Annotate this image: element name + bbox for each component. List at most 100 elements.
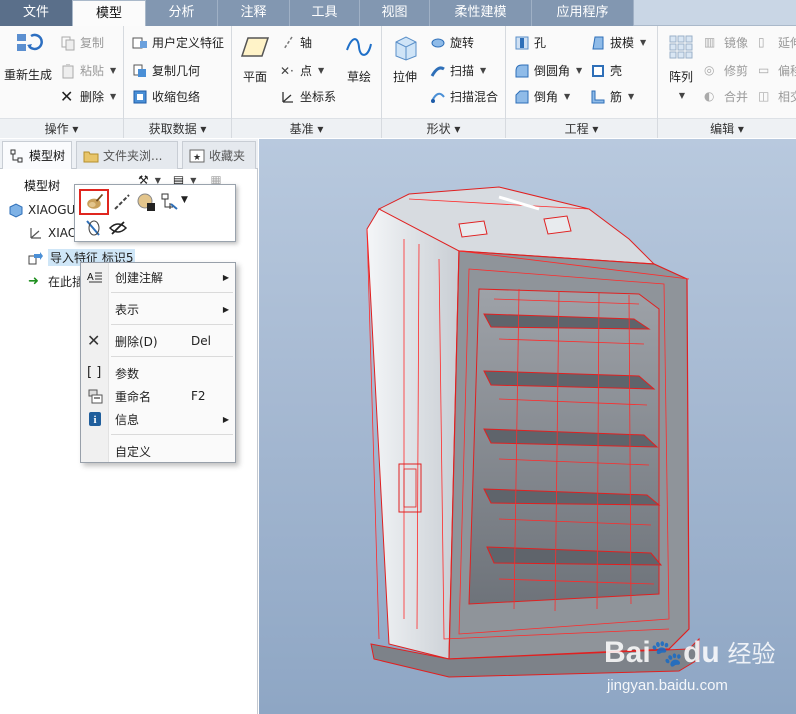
tab-model-tree[interactable]: 模型树: [2, 141, 72, 169]
merge-button[interactable]: ◐ 合并: [704, 88, 748, 105]
baidu-watermark: Bai🐾du 经验: [604, 634, 776, 670]
tab-applications[interactable]: 应用程序: [532, 0, 634, 26]
coordinate-system-icon: [282, 91, 293, 103]
ribbon: 重新生成 复制 粘贴 ▼ ✕ 删除 ▼ 操作 ▾ 用户定义特征 复制几何 收缩包络: [0, 26, 796, 138]
trim-button[interactable]: ◎ 修剪: [704, 62, 748, 79]
model-tree-icon: [10, 149, 23, 163]
menu-item-create-note[interactable]: A 创建注解 ▶: [81, 266, 235, 288]
draft-button[interactable]: 拔模 ▼: [590, 34, 646, 51]
tab-favorites[interactable]: ★ 收藏夹: [182, 141, 256, 169]
menu-item-represent[interactable]: 表示 ▶: [81, 298, 235, 320]
submenu-arrow-icon: ▶: [222, 272, 229, 282]
paste-button[interactable]: 粘贴 ▼: [60, 62, 116, 79]
tab-flexible-modeling[interactable]: 柔性建模: [430, 0, 532, 26]
group-label-operations[interactable]: 操作 ▾: [0, 118, 123, 138]
chamfer-icon: [515, 90, 529, 103]
link-icon[interactable]: [111, 191, 133, 213]
offset-button[interactable]: ▭ 偏移: [758, 62, 796, 79]
menu-item-delete[interactable]: ✕ 删除(D) Del: [81, 330, 235, 352]
tree-row-root[interactable]: XIAOGU: [8, 202, 75, 218]
swept-blend-button[interactable]: 扫描混合: [430, 88, 498, 105]
group-label-engineering[interactable]: 工程 ▾: [506, 118, 657, 138]
tab-file[interactable]: 文件: [0, 0, 72, 26]
chevron-down-icon: ▼: [480, 66, 487, 75]
tab-folder-browser[interactable]: 文件夹浏...: [76, 141, 178, 169]
group-get-data: 用户定义特征 复制几何 收缩包络 获取数据 ▾: [124, 26, 232, 138]
tab-model[interactable]: 模型: [72, 0, 146, 27]
paste-label: 粘贴: [80, 64, 105, 78]
delete-button[interactable]: ✕ 删除 ▼: [60, 88, 116, 105]
merge-label: 合并: [724, 90, 749, 104]
delete-x-icon: ✕: [87, 331, 101, 350]
copy-geometry-label: 复制几何: [152, 64, 201, 78]
regenerate-button[interactable]: 重新生成: [4, 30, 52, 83]
swept-blend-icon: [431, 92, 445, 103]
trim-icon: ◎: [704, 62, 715, 77]
extend-button[interactable]: ▯ 延伸: [758, 34, 796, 51]
pattern-button[interactable]: 阵列 ▼: [666, 32, 696, 100]
tree-row-insert-here[interactable]: ➜ 在此插: [28, 273, 84, 290]
delete-x-icon: ✕: [60, 86, 74, 106]
group-label-shapes[interactable]: 形状 ▾: [382, 118, 505, 138]
axis-button[interactable]: 轴: [280, 34, 312, 51]
watermark-brand-a: Bai: [604, 636, 651, 669]
group-label-datum[interactable]: 基准 ▾: [232, 118, 381, 138]
tab-tools[interactable]: 工具: [290, 0, 360, 26]
intersect-icon: ◫: [758, 88, 770, 103]
sweep-icon: [430, 65, 445, 77]
group-label-get-data[interactable]: 获取数据 ▾: [124, 118, 231, 138]
rib-button[interactable]: 筋 ▼: [590, 88, 634, 105]
mirror-button[interactable]: ▥ 镜像: [704, 34, 748, 51]
regenerate-label: 重新生成: [4, 68, 53, 82]
plane-button[interactable]: 平面: [240, 32, 270, 85]
shrinkwrap-icon: [133, 90, 147, 103]
appearance-brush-icon[interactable]: [79, 189, 109, 215]
revolve-button[interactable]: 旋转: [430, 34, 474, 51]
chevron-down-icon: ▼: [628, 92, 635, 101]
group-label-editing[interactable]: 编辑 ▾: [658, 118, 796, 138]
hole-button[interactable]: 孔: [514, 34, 546, 51]
shading-icon[interactable]: [135, 191, 157, 213]
chevron-down-icon: ▼: [678, 91, 686, 100]
udf-button[interactable]: 用户定义特征: [132, 34, 224, 51]
menu-item-rename[interactable]: 重命名 F2: [81, 385, 235, 407]
ribbon-tab-bar: 文件 模型 分析 注释 工具 视图 柔性建模 应用程序: [0, 0, 796, 27]
menu-item-info[interactable]: i 信息 ▶: [81, 408, 235, 430]
copy-button[interactable]: 复制: [60, 34, 104, 51]
tab-analysis[interactable]: 分析: [146, 0, 218, 26]
rib-icon: [591, 90, 605, 103]
menu-separator: [111, 356, 233, 357]
udf-icon: [132, 37, 147, 48]
intersect-button[interactable]: ◫ 相交: [758, 88, 796, 105]
tab-annotate[interactable]: 注释: [218, 0, 290, 26]
copy-geometry-button[interactable]: 复制几何: [132, 62, 200, 79]
model-tree-header: 模型树: [24, 179, 61, 193]
round-button[interactable]: 倒圆角 ▼: [514, 62, 582, 79]
hide-feature-icon[interactable]: [83, 217, 105, 239]
info-icon: i: [89, 412, 101, 426]
shell-button[interactable]: 壳: [590, 62, 622, 79]
parameters-icon: [ ]: [87, 365, 102, 380]
menu-item-customize[interactable]: 自定义: [81, 440, 235, 462]
tab-view[interactable]: 视图: [360, 0, 430, 26]
graphics-viewport[interactable]: Bai🐾du 经验 jingyan.baidu.com: [259, 139, 796, 714]
menu-item-parameters[interactable]: [ ] 参数: [81, 362, 235, 384]
sweep-button[interactable]: 扫描 ▼: [430, 62, 486, 79]
csys-button[interactable]: 坐标系: [280, 88, 336, 105]
sketch-button[interactable]: 草绘: [344, 32, 374, 85]
plane-icon: [240, 37, 270, 57]
svg-text:★: ★: [193, 153, 201, 163]
chamfer-button[interactable]: 倒角 ▼: [514, 88, 570, 105]
shrinkwrap-button[interactable]: 收缩包络: [132, 88, 200, 105]
tree-csys-label: XIAO: [48, 226, 78, 240]
point-button[interactable]: ✕· 点 ▼: [280, 62, 324, 79]
plane-label: 平面: [242, 70, 267, 84]
chevron-down-icon: ▼: [110, 66, 117, 75]
parent-child-icon[interactable]: [159, 191, 181, 213]
revolve-icon: [431, 38, 445, 47]
tree-row-csys[interactable]: XIAO: [28, 225, 77, 241]
extrude-button[interactable]: 拉伸: [390, 32, 420, 85]
sketch-label: 草绘: [346, 70, 371, 84]
hide-eye-icon[interactable]: [107, 217, 129, 239]
chevron-down-icon[interactable]: ▼: [181, 195, 188, 205]
